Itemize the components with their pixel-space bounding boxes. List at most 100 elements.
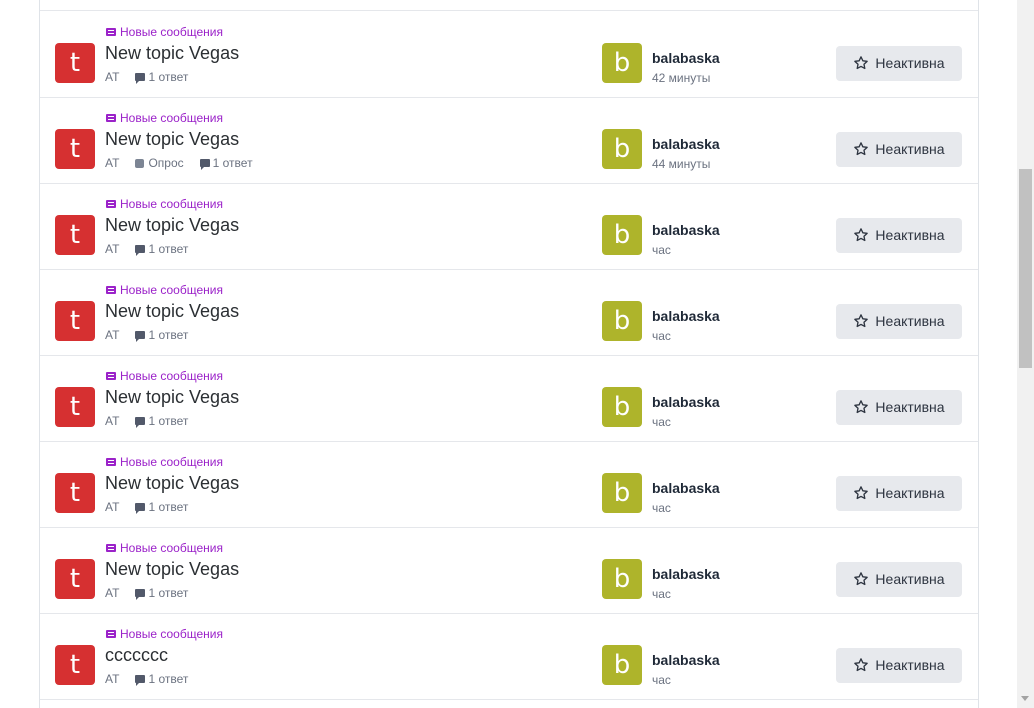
topic-author[interactable]: AT (105, 156, 119, 170)
topic-author[interactable]: AT (105, 242, 119, 256)
replies-icon (135, 245, 146, 256)
replies-count: 1 ответ (199, 156, 253, 170)
last-poster-avatar[interactable]: b (602, 215, 642, 255)
topic-author[interactable]: AT (105, 586, 119, 600)
topic-title[interactable]: New topic Vegas (105, 300, 239, 322)
author-avatar[interactable]: t (55, 43, 95, 83)
topic-meta: AT 1 ответ (105, 500, 188, 514)
follow-button[interactable]: Неактивна (836, 304, 962, 339)
last-poster-name[interactable]: balabaska (652, 222, 720, 238)
follow-button[interactable]: Неактивна (836, 562, 962, 597)
follow-button[interactable]: Неактивна (836, 648, 962, 683)
replies-icon (135, 675, 146, 686)
follow-button[interactable]: Неактивна (836, 390, 962, 425)
topic-title[interactable]: New topic Vegas (105, 128, 239, 150)
topic-meta: AT Опрос 1 ответ (105, 156, 253, 170)
scroll-down-arrow-icon[interactable] (1021, 696, 1029, 701)
topic-author[interactable]: AT (105, 672, 119, 686)
follow-button[interactable]: Неактивна (836, 218, 962, 253)
replies-count: 1 ответ (135, 242, 188, 256)
topic-author[interactable]: AT (105, 70, 119, 84)
replies-count: 1 ответ (135, 500, 188, 514)
last-post-time[interactable]: час (652, 587, 671, 601)
new-messages-icon (106, 544, 116, 553)
author-avatar[interactable]: t (55, 129, 95, 169)
new-messages-badge[interactable]: Новые сообщения (106, 111, 223, 125)
last-poster-avatar[interactable]: b (602, 473, 642, 513)
last-post-time[interactable]: 44 минуты (652, 157, 710, 171)
topic-title[interactable]: New topic Vegas (105, 386, 239, 408)
topic-title[interactable]: ccccccc (105, 644, 168, 666)
new-messages-icon (106, 114, 116, 123)
scrollbar[interactable] (1017, 0, 1034, 708)
last-poster-avatar[interactable]: b (602, 387, 642, 427)
last-post-time[interactable]: час (652, 329, 671, 343)
star-icon (854, 400, 869, 414)
replies-label: 1 ответ (148, 70, 189, 84)
follow-button-label: Неактивна (875, 141, 945, 157)
topic-row: t Новые сообщения New topic Vegas AT 1 от… (40, 269, 978, 356)
last-poster-avatar[interactable]: b (602, 645, 642, 685)
last-post-time[interactable]: час (652, 415, 671, 429)
replies-icon (135, 73, 146, 84)
author-avatar[interactable]: t (55, 387, 95, 427)
new-messages-label: Новые сообщения (120, 283, 223, 297)
new-messages-badge[interactable]: Новые сообщения (106, 369, 223, 383)
last-poster-avatar[interactable]: b (602, 129, 642, 169)
replies-icon (135, 503, 146, 514)
replies-icon (199, 159, 210, 170)
last-poster-avatar[interactable]: b (602, 559, 642, 599)
follow-button-label: Неактивна (875, 485, 945, 501)
last-post-time[interactable]: час (652, 673, 671, 687)
new-messages-badge[interactable]: Новые сообщения (106, 25, 223, 39)
replies-icon (135, 331, 146, 342)
last-poster-name[interactable]: balabaska (652, 50, 720, 66)
follow-button[interactable]: Неактивна (836, 476, 962, 511)
topic-author[interactable]: AT (105, 414, 119, 428)
new-messages-icon (106, 630, 116, 639)
scrollbar-thumb[interactable] (1019, 169, 1032, 368)
last-post-time[interactable]: час (652, 243, 671, 257)
last-post-time[interactable]: 42 минуты (652, 71, 710, 85)
last-poster-name[interactable]: balabaska (652, 136, 720, 152)
follow-button-label: Неактивна (875, 55, 945, 71)
topic-author[interactable]: AT (105, 328, 119, 342)
new-messages-badge[interactable]: Новые сообщения (106, 283, 223, 297)
last-poster-name[interactable]: balabaska (652, 394, 720, 410)
last-post-time[interactable]: час (652, 501, 671, 515)
author-avatar[interactable]: t (55, 645, 95, 685)
author-avatar[interactable]: t (55, 215, 95, 255)
follow-button[interactable]: Неактивна (836, 132, 962, 167)
new-messages-badge[interactable]: Новые сообщения (106, 197, 223, 211)
new-messages-badge[interactable]: Новые сообщения (106, 541, 223, 555)
author-avatar[interactable]: t (55, 473, 95, 513)
replies-label: 1 ответ (148, 414, 189, 428)
new-messages-badge[interactable]: Новые сообщения (106, 455, 223, 469)
new-messages-badge[interactable]: Новые сообщения (106, 627, 223, 641)
star-icon (854, 314, 869, 328)
last-poster-avatar[interactable]: b (602, 43, 642, 83)
new-messages-label: Новые сообщения (120, 455, 223, 469)
last-poster-name[interactable]: balabaska (652, 652, 720, 668)
last-poster-avatar[interactable]: b (602, 301, 642, 341)
new-messages-label: Новые сообщения (120, 111, 223, 125)
replies-count: 1 ответ (135, 70, 188, 84)
topic-title[interactable]: New topic Vegas (105, 472, 239, 494)
topic-row: t Новые сообщения New topic Vegas AT 1 от… (40, 11, 978, 98)
new-messages-label: Новые сообщения (120, 197, 223, 211)
author-avatar[interactable]: t (55, 559, 95, 599)
topic-title[interactable]: New topic Vegas (105, 214, 239, 236)
star-icon (854, 142, 869, 156)
follow-button-label: Неактивна (875, 313, 945, 329)
follow-button[interactable]: Неактивна (836, 46, 962, 81)
topic-author[interactable]: AT (105, 500, 119, 514)
last-poster-name[interactable]: balabaska (652, 308, 720, 324)
last-poster-name[interactable]: balabaska (652, 480, 720, 496)
author-avatar[interactable]: t (55, 301, 95, 341)
topic-row: t Новые сообщения New topic Vegas AT 1 от… (40, 355, 978, 442)
new-messages-icon (106, 458, 116, 467)
topic-title[interactable]: New topic Vegas (105, 42, 239, 64)
last-poster-name[interactable]: balabaska (652, 566, 720, 582)
replies-label: 1 ответ (148, 242, 189, 256)
topic-title[interactable]: New topic Vegas (105, 558, 239, 580)
